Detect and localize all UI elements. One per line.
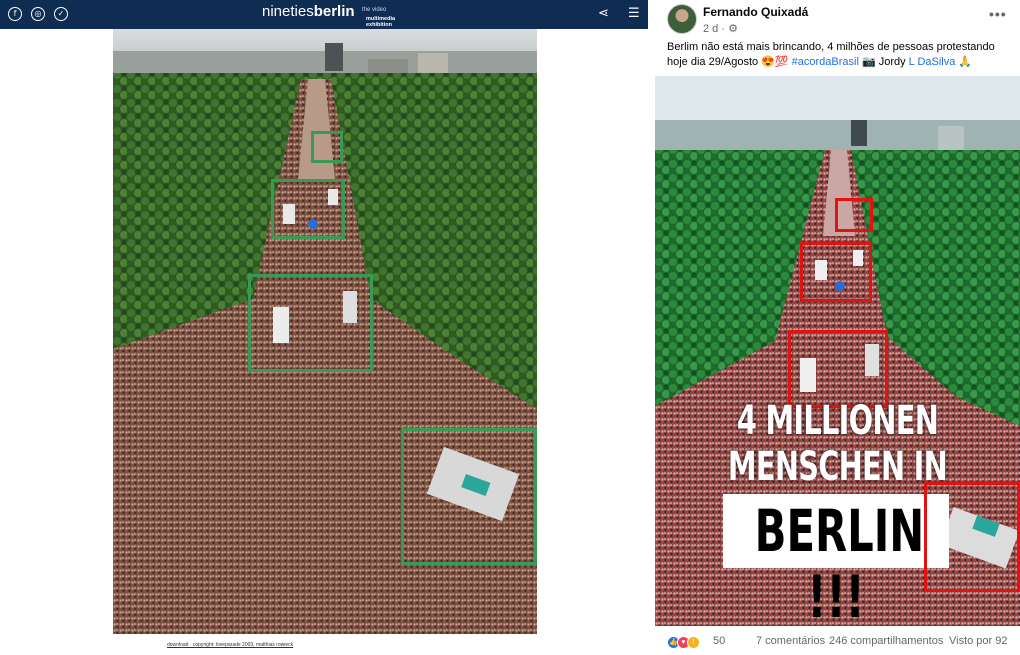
image-text-line3: BERLIN !!!: [754, 497, 925, 626]
reactions-count[interactable]: 50: [713, 635, 725, 647]
photographer-link[interactable]: L DaSilva: [909, 56, 956, 68]
wow-reaction-icon[interactable]: !: [687, 636, 700, 649]
green-highlight-box-4: [401, 428, 537, 565]
facebook-post: Fernando Quixadá 2 d · ⚙ ••• Berlim não …: [655, 0, 1020, 655]
loveparade-photo: [113, 29, 537, 634]
instagram-icon[interactable]: ◎: [31, 7, 45, 21]
comparison-screenshot: f ◎ ✓ ninetiesberlin the video multimedi…: [0, 0, 1020, 655]
image-text-line1: 4 MILLIONEN: [736, 398, 939, 444]
comments-count[interactable]: 7 comentários: [756, 635, 825, 647]
menu-icon[interactable]: ☰: [628, 6, 640, 21]
avatar[interactable]: [667, 4, 697, 34]
hashtag-link[interactable]: #acordaBrasil: [792, 56, 859, 68]
source-page: f ◎ ✓ ninetiesberlin the video multimedi…: [0, 0, 648, 655]
red-highlight-box-4: [924, 482, 1020, 592]
post-author[interactable]: Fernando Quixadá: [703, 5, 808, 19]
site-header: f ◎ ✓ ninetiesberlin the video multimedi…: [0, 0, 648, 29]
views-count: Visto por 92: [949, 635, 1008, 647]
green-highlight-box-3: [248, 274, 373, 372]
green-highlight-box-1: [311, 131, 343, 163]
green-highlight-box-2: [271, 179, 345, 239]
red-highlight-box-1: [835, 198, 873, 232]
post-time: 2 d · ⚙: [703, 22, 738, 35]
red-highlight-box-3: [788, 330, 888, 408]
twitter-icon[interactable]: ✓: [54, 7, 68, 21]
more-options-icon[interactable]: •••: [989, 6, 1007, 22]
shares-count[interactable]: 246 compartilhamentos: [829, 635, 943, 647]
facebook-icon[interactable]: f: [8, 7, 22, 21]
post-footer: 👍 ♥ ! 50 7 comentários 246 compartilhame…: [667, 634, 1017, 652]
red-highlight-box-2: [800, 242, 872, 302]
site-logo[interactable]: ninetiesberlin the video multimedia exhib…: [262, 3, 395, 28]
image-text-box: BERLIN !!!: [723, 494, 949, 626]
globe-icon: ⚙: [728, 22, 738, 35]
share-icon[interactable]: ⋖: [598, 6, 609, 21]
post-text: Berlim não está mais brincando, 4 milhõe…: [667, 41, 995, 68]
photo-credit-link[interactable]: download · copyright: loveparade 2003, m…: [167, 642, 293, 648]
post-image[interactable]: 4 MILLIONEN MENSCHEN IN BERLIN !!!: [655, 76, 1020, 626]
